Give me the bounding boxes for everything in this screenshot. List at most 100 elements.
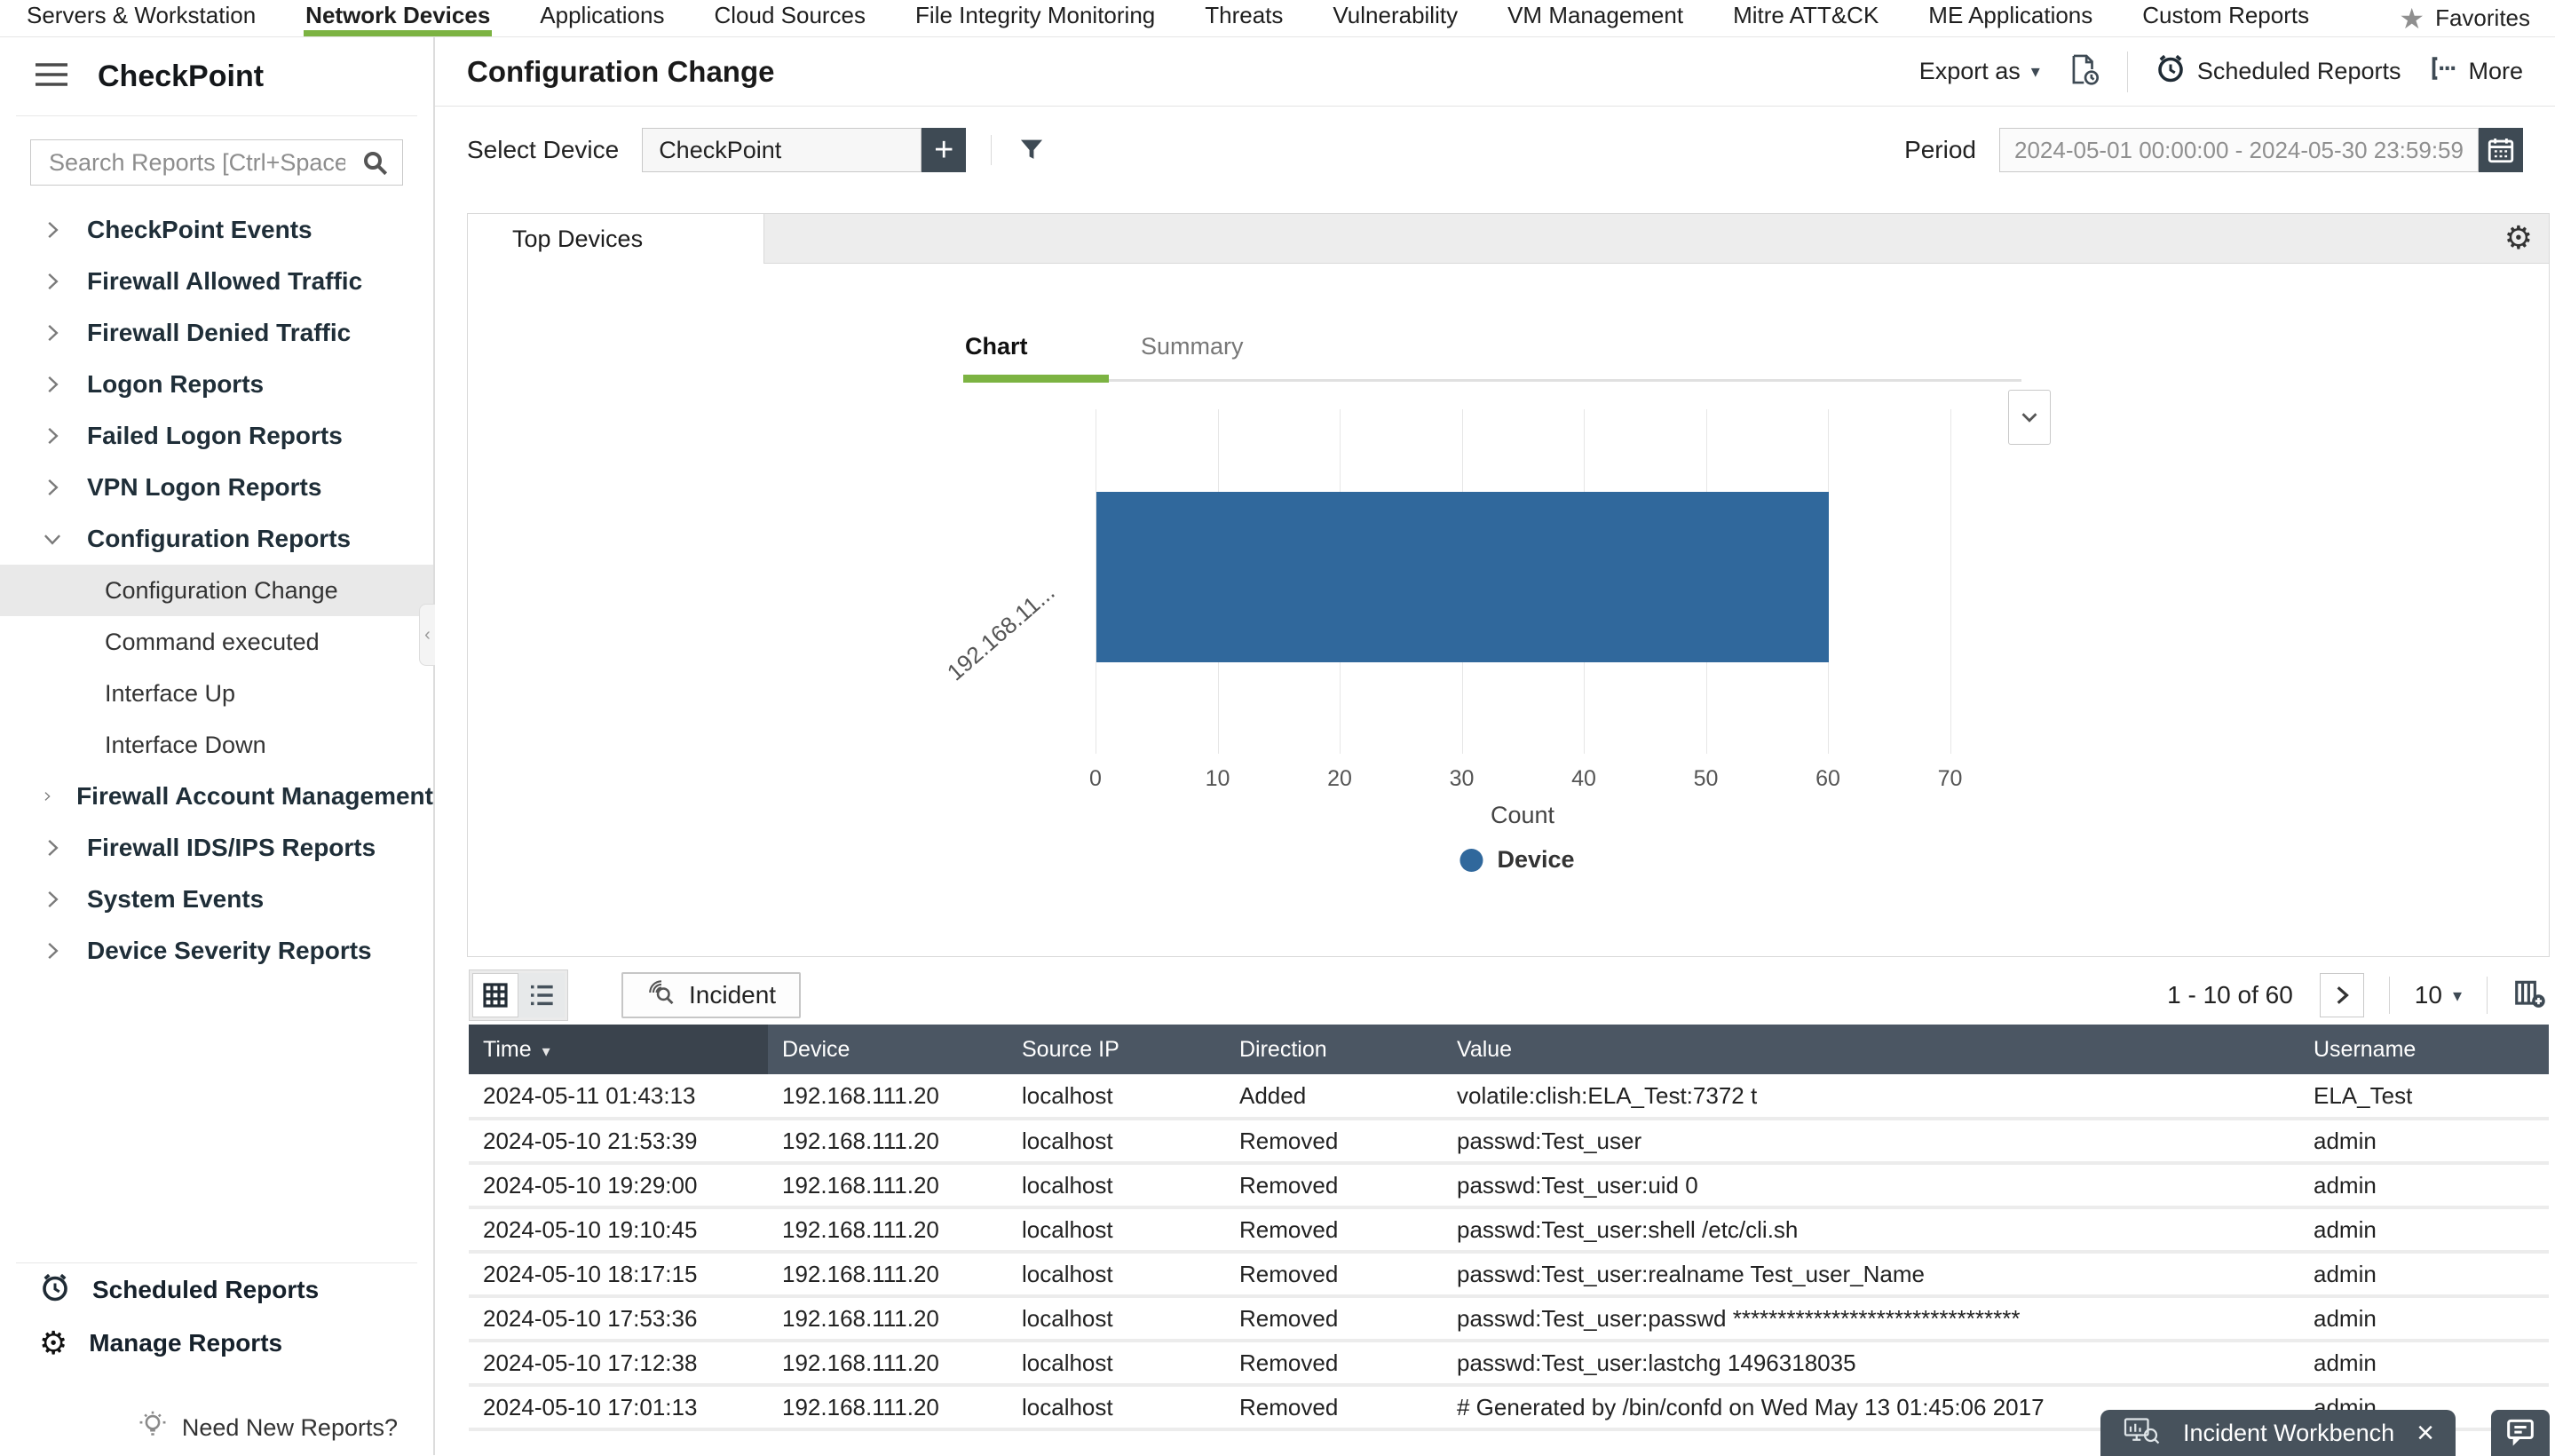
nav-item-threats[interactable]: Threats bbox=[1203, 0, 1285, 36]
scheduled-reports-label: Scheduled Reports bbox=[2197, 58, 2401, 85]
cell-value: passwd:Test_user:shell /etc/cli.sh bbox=[1443, 1207, 2299, 1252]
cell-device: 192.168.111.20 bbox=[768, 1163, 1008, 1207]
nav-item-me-applications[interactable]: ME Applications bbox=[1926, 0, 2094, 36]
divider bbox=[2487, 977, 2488, 1014]
table-row[interactable]: 2024-05-11 01:43:13192.168.111.20localho… bbox=[469, 1074, 2549, 1119]
column-header-value[interactable]: Value bbox=[1443, 1025, 2299, 1074]
search-icon[interactable] bbox=[360, 148, 389, 181]
grid-view-button[interactable] bbox=[472, 973, 518, 1017]
table-row[interactable]: 2024-05-10 18:17:15192.168.111.20localho… bbox=[469, 1252, 2549, 1296]
cell-device: 192.168.111.20 bbox=[768, 1341, 1008, 1385]
cell-value: passwd:Test_user:uid 0 bbox=[1443, 1163, 2299, 1207]
column-header-source-ip[interactable]: Source IP bbox=[1008, 1025, 1225, 1074]
cell-source-ip: localhost bbox=[1008, 1296, 1225, 1341]
table-row[interactable]: 2024-05-10 17:12:38192.168.111.20localho… bbox=[469, 1341, 2549, 1385]
sidebar-item-interface-down[interactable]: Interface Down bbox=[0, 719, 433, 771]
sidebar-item-firewall-ids-ips-reports[interactable]: Firewall IDS/IPS Reports bbox=[0, 822, 433, 874]
sort-desc-icon: ▾ bbox=[542, 1042, 550, 1060]
sidebar-item-configuration-reports[interactable]: Configuration Reports bbox=[0, 513, 433, 565]
cell-value: volatile:clish:ELA_Test:7372 t bbox=[1443, 1074, 2299, 1119]
column-header-device[interactable]: Device bbox=[768, 1025, 1008, 1074]
sidebar-item-firewall-account-management[interactable]: Firewall Account Management bbox=[0, 771, 433, 822]
period-input[interactable] bbox=[1999, 128, 2479, 172]
sidebar-item-vpn-logon-reports[interactable]: VPN Logon Reports bbox=[0, 462, 433, 513]
sidebar-item-failed-logon-reports[interactable]: Failed Logon Reports bbox=[0, 410, 433, 462]
table-row[interactable]: 2024-05-10 21:53:39192.168.111.20localho… bbox=[469, 1119, 2549, 1163]
sidebar-scheduled-reports[interactable]: Scheduled Reports bbox=[0, 1263, 433, 1317]
subtab-active-underline bbox=[963, 375, 1109, 383]
table-row[interactable]: 2024-05-10 19:29:00192.168.111.20localho… bbox=[469, 1163, 2549, 1207]
cell-device: 192.168.111.20 bbox=[768, 1385, 1008, 1429]
more-button[interactable]: More bbox=[2427, 53, 2523, 90]
need-new-reports-link[interactable]: Need New Reports? bbox=[0, 1400, 433, 1455]
favorites-button[interactable]: ★ Favorites bbox=[2399, 0, 2530, 36]
list-view-button[interactable] bbox=[518, 973, 565, 1017]
sidebar-header: CheckPoint bbox=[0, 37, 433, 115]
gear-icon[interactable]: ⚙ bbox=[2504, 219, 2533, 257]
sidebar-item-system-events[interactable]: System Events bbox=[0, 874, 433, 925]
chart-legend[interactable]: Device bbox=[1459, 846, 1574, 874]
nav-item-vm-management[interactable]: VM Management bbox=[1506, 0, 1685, 36]
export-history-icon[interactable] bbox=[2067, 52, 2100, 91]
cell-direction: Removed bbox=[1225, 1163, 1443, 1207]
page-size-value: 10 bbox=[2415, 981, 2442, 1009]
column-header-username[interactable]: Username bbox=[2299, 1025, 2549, 1074]
sidebar-item-checkpoint-events[interactable]: CheckPoint Events bbox=[0, 204, 433, 256]
sidebar-item-command-executed[interactable]: Command executed bbox=[0, 616, 433, 668]
next-page-button[interactable] bbox=[2320, 973, 2364, 1017]
chevron-right-icon bbox=[41, 218, 64, 241]
cell-username: admin bbox=[2299, 1163, 2549, 1207]
add-device-button[interactable]: + bbox=[922, 128, 966, 172]
nav-item-servers-workstation[interactable]: Servers & Workstation bbox=[25, 0, 257, 36]
cell-time: 2024-05-10 17:53:36 bbox=[469, 1296, 768, 1341]
nav-item-applications[interactable]: Applications bbox=[538, 0, 666, 36]
pagination-text: 1 - 10 of 60 bbox=[2167, 981, 2293, 1009]
cell-source-ip: localhost bbox=[1008, 1207, 1225, 1252]
nav-item-network-devices[interactable]: Network Devices bbox=[304, 0, 492, 36]
sidebar-item-logon-reports[interactable]: Logon Reports bbox=[0, 359, 433, 410]
filter-button[interactable] bbox=[991, 135, 1047, 165]
nav-item-cloud-sources[interactable]: Cloud Sources bbox=[712, 0, 867, 36]
chevron-right-icon bbox=[41, 836, 64, 859]
nav-item-vulnerability[interactable]: Vulnerability bbox=[1331, 0, 1459, 36]
calendar-button[interactable] bbox=[2479, 128, 2523, 172]
sidebar-collapse-handle[interactable]: ‹ bbox=[419, 604, 435, 666]
hamburger-menu-icon[interactable] bbox=[34, 60, 71, 93]
export-as-dropdown[interactable]: Export as ▾ bbox=[1919, 58, 2040, 85]
table-row[interactable]: 2024-05-10 17:53:36192.168.111.20localho… bbox=[469, 1296, 2549, 1341]
table-row[interactable]: 2024-05-10 19:10:45192.168.111.20localho… bbox=[469, 1207, 2549, 1252]
column-header-direction[interactable]: Direction bbox=[1225, 1025, 1443, 1074]
cell-time: 2024-05-10 21:53:39 bbox=[469, 1119, 768, 1163]
tab-summary[interactable]: Summary bbox=[1141, 333, 1244, 360]
chevron-down-icon bbox=[41, 527, 64, 550]
device-input[interactable] bbox=[642, 128, 922, 172]
scheduled-reports-button[interactable]: Scheduled Reports bbox=[2155, 52, 2401, 91]
cell-device: 192.168.111.20 bbox=[768, 1074, 1008, 1119]
nav-item-file-integrity-monitoring[interactable]: File Integrity Monitoring bbox=[914, 0, 1157, 36]
tab-top-devices[interactable]: Top Devices bbox=[468, 214, 764, 264]
feedback-chat-button[interactable] bbox=[2491, 1410, 2550, 1456]
sidebar-item-device-severity-reports[interactable]: Device Severity Reports bbox=[0, 925, 433, 977]
legend-label: Device bbox=[1497, 846, 1574, 874]
nav-item-custom-reports[interactable]: Custom Reports bbox=[2140, 0, 2311, 36]
alarm-clock-icon bbox=[39, 1271, 71, 1310]
add-column-icon[interactable] bbox=[2512, 977, 2546, 1015]
nav-item-mitre-att-ck[interactable]: Mitre ATT&CK bbox=[1731, 0, 1880, 36]
close-icon[interactable]: × bbox=[2417, 1418, 2434, 1448]
incident-workbench-bar[interactable]: Incident Workbench × bbox=[2100, 1410, 2456, 1456]
page-size-dropdown[interactable]: 10 ▾ bbox=[2415, 981, 2462, 1009]
sidebar-item-firewall-allowed-traffic[interactable]: Firewall Allowed Traffic bbox=[0, 256, 433, 307]
sidebar-item-configuration-change[interactable]: Configuration Change bbox=[0, 565, 433, 616]
search-input[interactable] bbox=[30, 139, 403, 186]
tab-chart[interactable]: Chart bbox=[965, 333, 1028, 360]
sidebar-item-interface-up[interactable]: Interface Up bbox=[0, 668, 433, 719]
incident-button[interactable]: Incident bbox=[621, 972, 801, 1018]
chart-tick-label: 60 bbox=[1815, 766, 1840, 792]
sidebar-item-firewall-denied-traffic[interactable]: Firewall Denied Traffic bbox=[0, 307, 433, 359]
chart-options-dropdown[interactable] bbox=[2008, 390, 2051, 445]
sidebar-manage-reports[interactable]: ⚙ Manage Reports bbox=[0, 1317, 433, 1370]
chart-bar-device[interactable] bbox=[1096, 492, 1829, 662]
cell-value: passwd:Test_user bbox=[1443, 1119, 2299, 1163]
column-header-time[interactable]: Time▾ bbox=[469, 1025, 768, 1074]
subtab-underline-track bbox=[963, 379, 2021, 382]
